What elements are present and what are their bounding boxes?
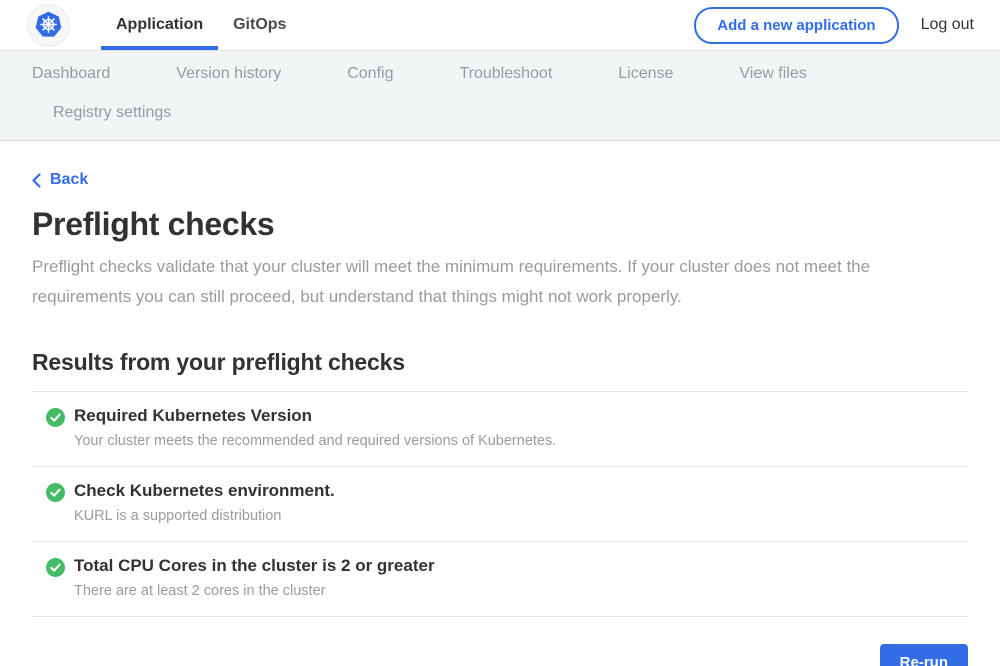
logout-link[interactable]: Log out xyxy=(921,16,974,34)
subnav-row-2: Registry settings xyxy=(32,94,968,132)
check-title: Check Kubernetes environment. xyxy=(74,481,335,501)
subnav-item-troubleshoot[interactable]: Troubleshoot xyxy=(459,53,552,94)
back-link[interactable]: Back xyxy=(32,171,88,189)
preflight-check-list: Required Kubernetes Version Your cluster… xyxy=(32,391,968,617)
tab-application[interactable]: Application xyxy=(101,0,218,50)
check-passed-icon xyxy=(46,408,65,427)
check-item-body: Total CPU Cores in the cluster is 2 or g… xyxy=(74,556,435,599)
preflight-page: Back Preflight checks Preflight checks v… xyxy=(0,141,1000,666)
check-item-kubernetes-environment: Check Kubernetes environment. KURL is a … xyxy=(32,466,968,541)
check-description: There are at least 2 cores in the cluste… xyxy=(74,583,435,599)
tab-gitops[interactable]: GitOps xyxy=(218,0,301,50)
check-item-body: Required Kubernetes Version Your cluster… xyxy=(74,406,556,449)
subnav-item-view-files[interactable]: View files xyxy=(739,53,806,94)
results-heading: Results from your preflight checks xyxy=(32,349,968,376)
check-description: KURL is a supported distribution xyxy=(74,508,335,524)
add-new-application-button[interactable]: Add a new application xyxy=(694,7,898,44)
check-title: Total CPU Cores in the cluster is 2 or g… xyxy=(74,556,435,576)
page-title: Preflight checks xyxy=(32,206,968,243)
check-item-cpu-cores: Total CPU Cores in the cluster is 2 or g… xyxy=(32,541,968,616)
chevron-left-icon xyxy=(32,173,41,188)
check-item-kubernetes-version: Required Kubernetes Version Your cluster… xyxy=(32,391,968,466)
top-navbar: Application GitOps Add a new application… xyxy=(0,0,1000,50)
primary-tabs: Application GitOps xyxy=(101,0,301,50)
subnav-item-config[interactable]: Config xyxy=(347,53,393,94)
back-link-label: Back xyxy=(50,171,88,189)
check-item-body: Check Kubernetes environment. KURL is a … xyxy=(74,481,335,524)
page-description: Preflight checks validate that your clus… xyxy=(32,252,962,312)
subnav-row-1: Dashboard Version history Config Trouble… xyxy=(32,53,968,94)
check-title: Required Kubernetes Version xyxy=(74,406,556,426)
footer-actions: Re-run xyxy=(32,644,968,666)
check-passed-icon xyxy=(46,558,65,577)
check-passed-icon xyxy=(46,483,65,502)
check-description: Your cluster meets the recommended and r… xyxy=(74,433,556,449)
subnav-item-license[interactable]: License xyxy=(618,53,673,94)
subnav-item-dashboard[interactable]: Dashboard xyxy=(32,53,110,94)
kubernetes-logo-icon xyxy=(28,5,69,46)
subnav-item-registry-settings[interactable]: Registry settings xyxy=(53,94,171,132)
subnav-item-version-history[interactable]: Version history xyxy=(176,53,281,94)
rerun-button[interactable]: Re-run xyxy=(880,644,968,666)
app-subnav: Dashboard Version history Config Trouble… xyxy=(0,50,1000,141)
app-logo xyxy=(28,0,69,50)
navbar-right: Add a new application Log out xyxy=(694,0,1000,50)
